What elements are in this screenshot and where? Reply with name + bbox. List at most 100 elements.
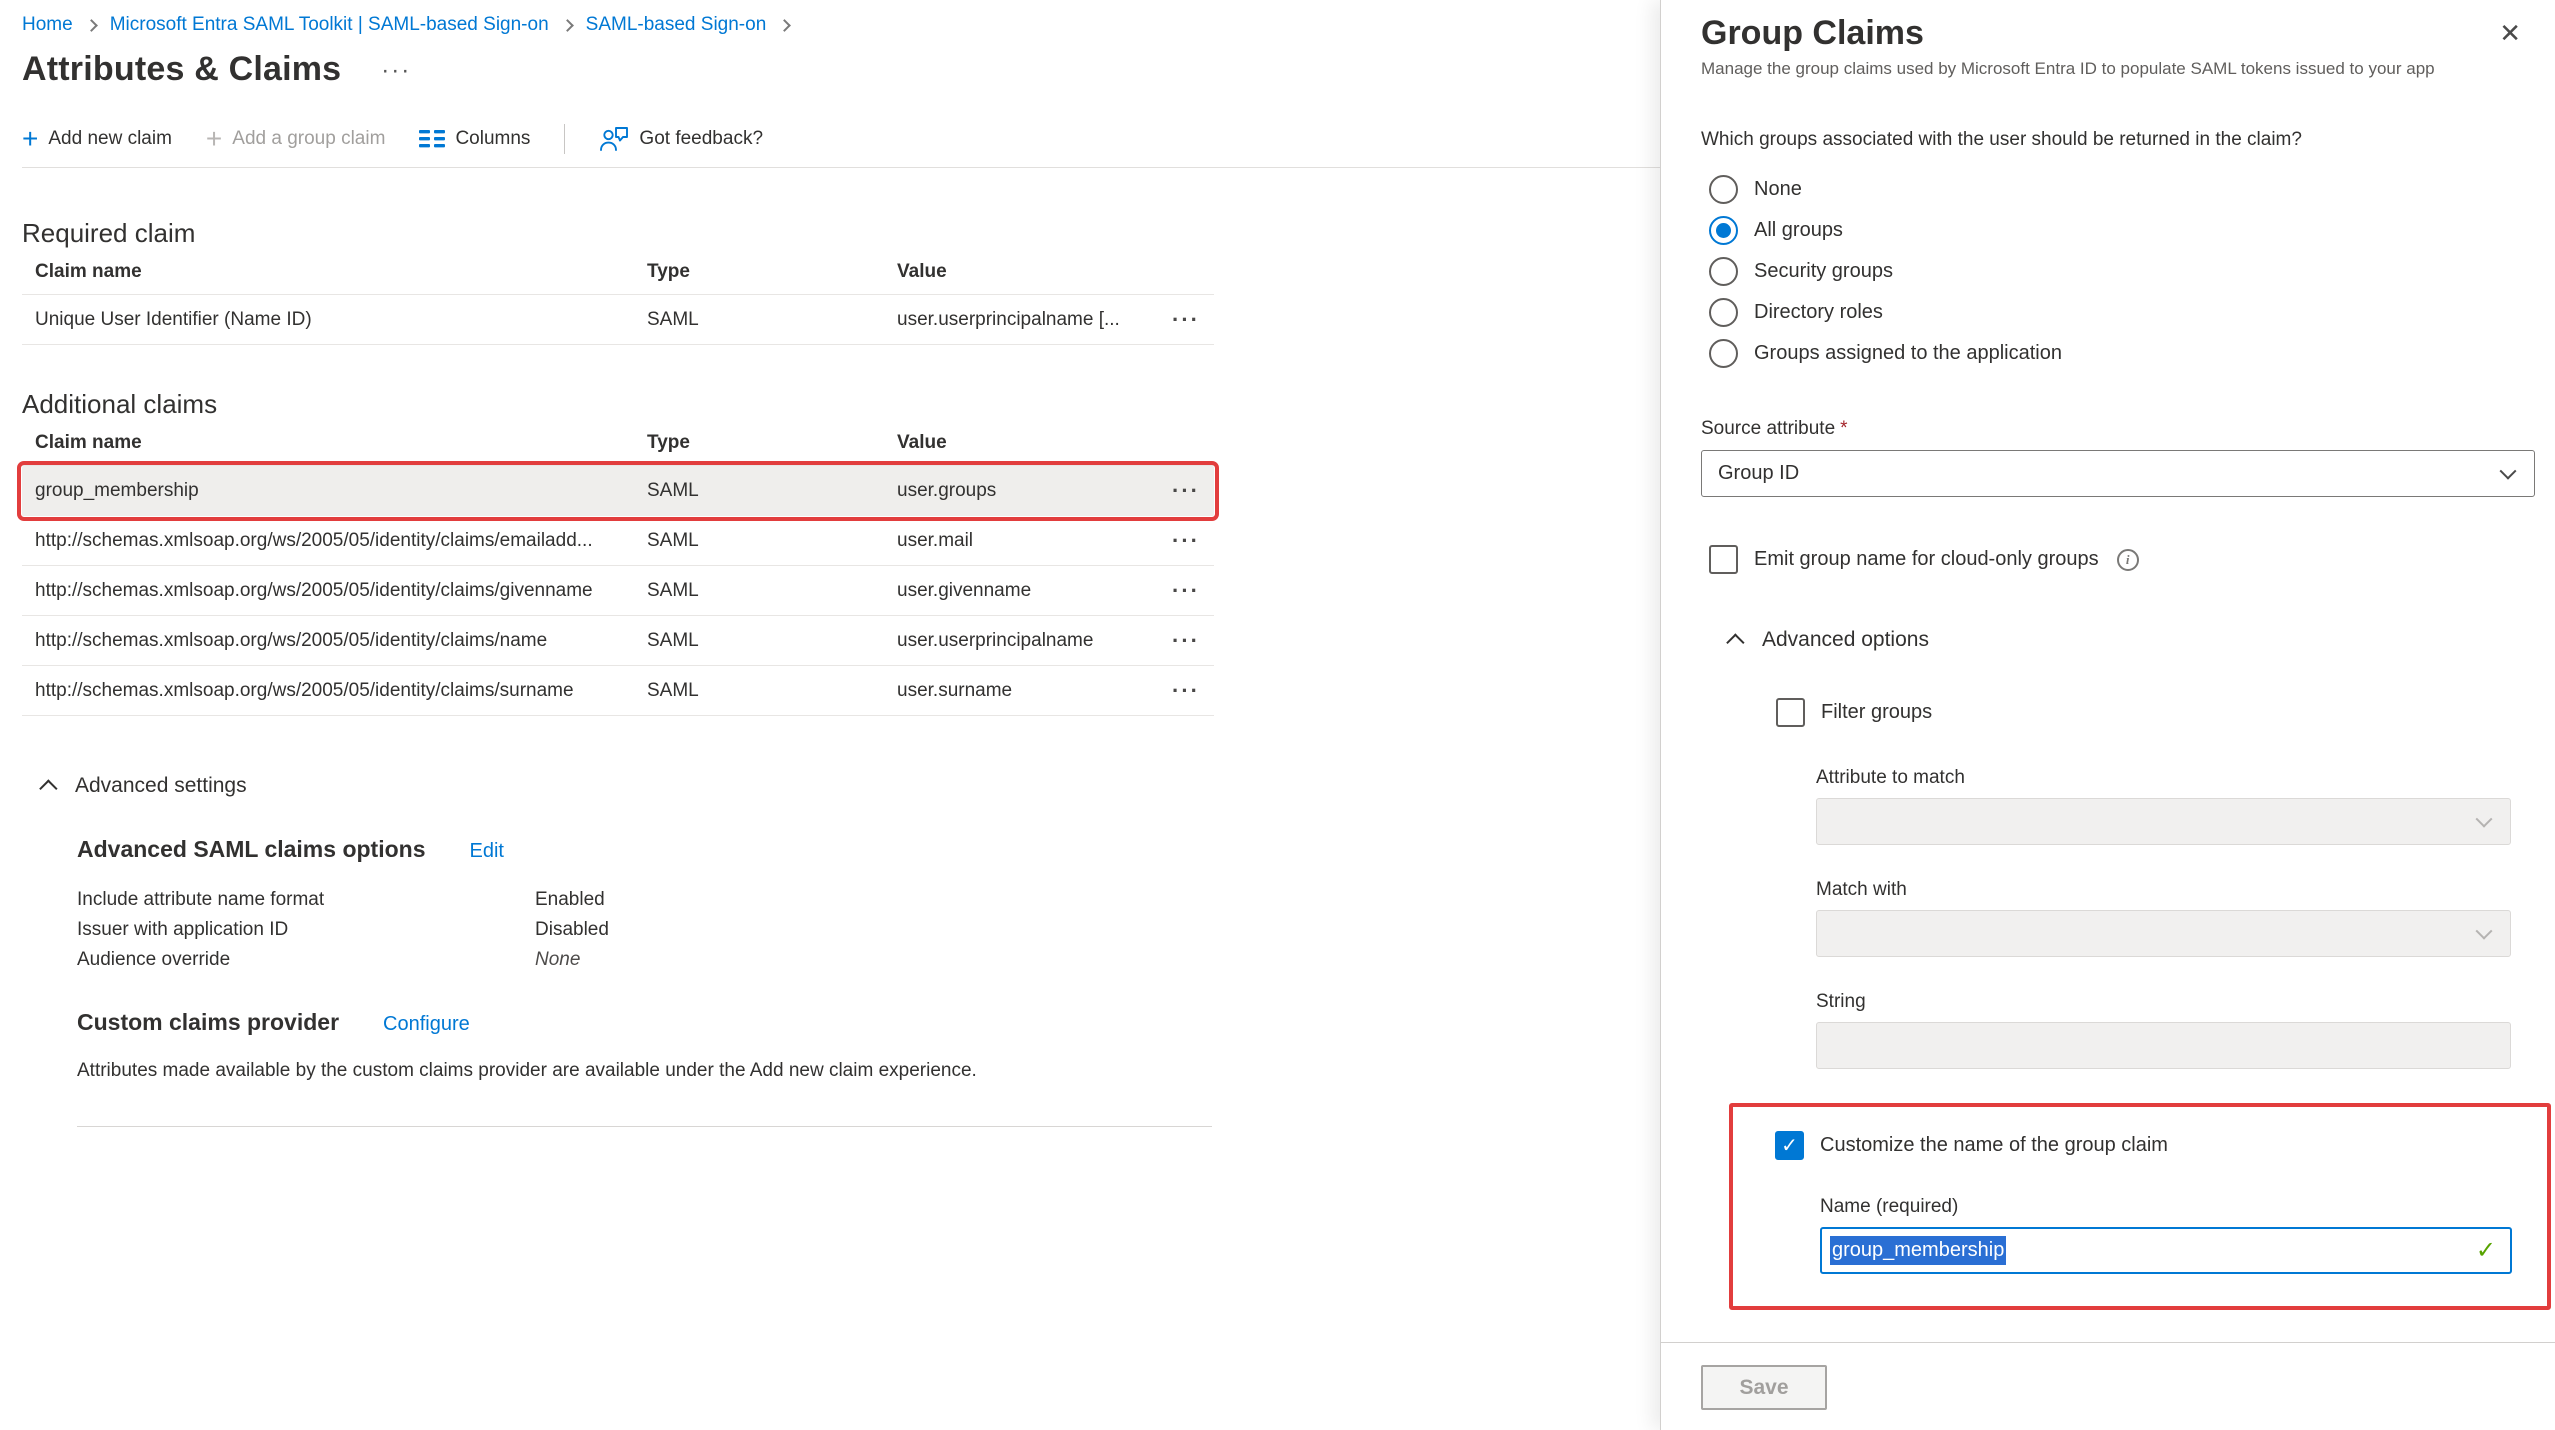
row-menu-button[interactable]: ··· — [1172, 678, 1214, 704]
prop-value: None — [535, 945, 1660, 975]
radio-icon — [1709, 257, 1738, 286]
row-menu-button[interactable]: ··· — [1172, 478, 1214, 504]
customize-name-highlight: ✓ Customize the name of the group claim … — [1729, 1103, 2551, 1310]
checkbox-icon: ✓ — [1709, 545, 1738, 574]
attribute-to-match-label: Attribute to match — [1816, 767, 1965, 789]
section-divider — [77, 1126, 1212, 1127]
column-header-type[interactable]: Type — [647, 261, 897, 283]
prop-label: Audience override — [77, 945, 535, 975]
required-asterisk: * — [1840, 418, 1847, 440]
chevron-down-icon — [2500, 462, 2517, 479]
additional-claims-table: Claim name Type Value group_membership S… — [22, 420, 1214, 716]
radio-icon — [1709, 175, 1738, 204]
emit-group-name-checkbox[interactable]: ✓ Emit group name for cloud-only groups … — [1709, 545, 2535, 574]
columns-button[interactable]: Columns — [419, 128, 530, 150]
breadcrumb-signon-link[interactable]: SAML-based Sign-on — [586, 14, 767, 36]
toolbar-divider — [564, 124, 565, 154]
toolbar-rule — [22, 167, 1660, 168]
main-content: Home Microsoft Entra SAML Toolkit | SAML… — [0, 0, 1660, 1430]
name-required-label: Name (required) — [1820, 1196, 1958, 1218]
page-title: Attributes & Claims — [22, 50, 341, 89]
radio-icon — [1709, 216, 1738, 245]
attribute-to-match-select[interactable] — [1816, 798, 2511, 845]
advanced-options-toggle[interactable]: Advanced options — [1731, 628, 2535, 652]
advanced-saml-claims-heading: Advanced SAML claims options — [77, 836, 425, 863]
string-input[interactable] — [1816, 1022, 2511, 1069]
configure-link[interactable]: Configure — [383, 1013, 470, 1036]
selected-text: group_membership — [1830, 1236, 2006, 1265]
custom-claims-description: Attributes made available by the custom … — [77, 1060, 1197, 1082]
saml-options-list: Include attribute name format Enabled Is… — [77, 885, 1660, 975]
plus-icon: + — [206, 125, 222, 153]
plus-icon: + — [22, 125, 38, 153]
source-attribute-label: Source attribute — [1701, 418, 1835, 440]
group-claims-question: Which groups associated with the user sh… — [1701, 129, 2535, 151]
additional-claims-heading: Additional claims — [22, 389, 1660, 420]
filter-groups-checkbox[interactable]: ✓ Filter groups — [1776, 698, 2535, 727]
panel-footer: Save — [1661, 1342, 2555, 1430]
table-row[interactable]: http://schemas.xmlsoap.org/ws/2005/05/id… — [22, 516, 1214, 566]
breadcrumb-home-link[interactable]: Home — [22, 14, 73, 36]
table-row[interactable]: http://schemas.xmlsoap.org/ws/2005/05/id… — [22, 566, 1214, 616]
column-header-claim-name[interactable]: Claim name — [22, 432, 647, 454]
chevron-down-icon — [2476, 922, 2493, 939]
checkbox-icon: ✓ — [1775, 1131, 1804, 1160]
prop-value: Disabled — [535, 915, 1660, 945]
radio-none[interactable]: None — [1709, 169, 2535, 210]
chevron-up-icon — [1726, 633, 1744, 651]
match-with-label: Match with — [1816, 879, 1907, 901]
column-header-claim-name[interactable]: Claim name — [22, 261, 647, 283]
breadcrumb: Home Microsoft Entra SAML Toolkit | SAML… — [22, 14, 1660, 36]
prop-label: Include attribute name format — [77, 885, 535, 915]
radio-groups-assigned[interactable]: Groups assigned to the application — [1709, 333, 2535, 374]
group-type-radio-group: None All groups Security groups Director… — [1709, 169, 2535, 374]
radio-icon — [1709, 298, 1738, 327]
column-header-type[interactable]: Type — [647, 432, 897, 454]
close-icon[interactable]: ✕ — [2499, 14, 2535, 49]
radio-all-groups[interactable]: All groups — [1709, 210, 2535, 251]
row-menu-button[interactable]: ··· — [1172, 307, 1214, 333]
add-group-claim-button[interactable]: + Add a group claim — [206, 125, 386, 153]
chevron-up-icon — [39, 779, 57, 797]
source-attribute-select[interactable]: Group ID — [1701, 450, 2535, 497]
chevron-right-icon — [778, 19, 791, 32]
match-with-select[interactable] — [1816, 910, 2511, 957]
table-row[interactable]: http://schemas.xmlsoap.org/ws/2005/05/id… — [22, 666, 1214, 716]
row-menu-button[interactable]: ··· — [1172, 578, 1214, 604]
info-icon[interactable]: i — [2117, 549, 2139, 571]
radio-icon — [1709, 339, 1738, 368]
table-row[interactable]: http://schemas.xmlsoap.org/ws/2005/05/id… — [22, 616, 1214, 666]
radio-security-groups[interactable]: Security groups — [1709, 251, 2535, 292]
advanced-settings-toggle[interactable]: Advanced settings — [44, 774, 1660, 798]
customize-name-checkbox[interactable]: ✓ Customize the name of the group claim — [1775, 1131, 2511, 1160]
table-row-group-membership[interactable]: group_membership SAML user.groups ··· — [22, 466, 1214, 516]
panel-title: Group Claims — [1701, 14, 1924, 53]
save-button[interactable]: Save — [1701, 1365, 1827, 1410]
valid-check-icon: ✓ — [2476, 1236, 2496, 1265]
got-feedback-button[interactable]: Got feedback? — [599, 125, 763, 153]
edit-link[interactable]: Edit — [469, 840, 503, 863]
chevron-right-icon — [561, 19, 574, 32]
panel-subtitle: Manage the group claims used by Microsof… — [1701, 59, 2535, 79]
columns-icon — [419, 128, 445, 150]
row-menu-button[interactable]: ··· — [1172, 628, 1214, 654]
chevron-right-icon — [85, 19, 98, 32]
table-row[interactable]: Unique User Identifier (Name ID) SAML us… — [22, 295, 1214, 345]
row-menu-button[interactable]: ··· — [1172, 528, 1214, 554]
breadcrumb-app-link[interactable]: Microsoft Entra SAML Toolkit | SAML-base… — [110, 14, 549, 36]
column-header-value[interactable]: Value — [897, 261, 1149, 283]
page-overflow-button[interactable]: ··· — [381, 59, 411, 89]
command-bar: + Add new claim + Add a group claim Colu… — [22, 119, 1660, 159]
feedback-icon — [599, 125, 629, 153]
group-claim-name-input[interactable]: group_membership ✓ — [1820, 1227, 2512, 1274]
add-new-claim-button[interactable]: + Add new claim — [22, 125, 172, 153]
required-claim-table: Claim name Type Value Unique User Identi… — [22, 249, 1214, 345]
radio-directory-roles[interactable]: Directory roles — [1709, 292, 2535, 333]
chevron-down-icon — [2476, 810, 2493, 827]
column-header-value[interactable]: Value — [897, 432, 1149, 454]
prop-label: Issuer with application ID — [77, 915, 535, 945]
custom-claims-provider-heading: Custom claims provider — [77, 1009, 339, 1036]
group-claims-panel: Group Claims ✕ Manage the group claims u… — [1660, 0, 2555, 1430]
required-claim-heading: Required claim — [22, 218, 1660, 249]
checkbox-icon: ✓ — [1776, 698, 1805, 727]
